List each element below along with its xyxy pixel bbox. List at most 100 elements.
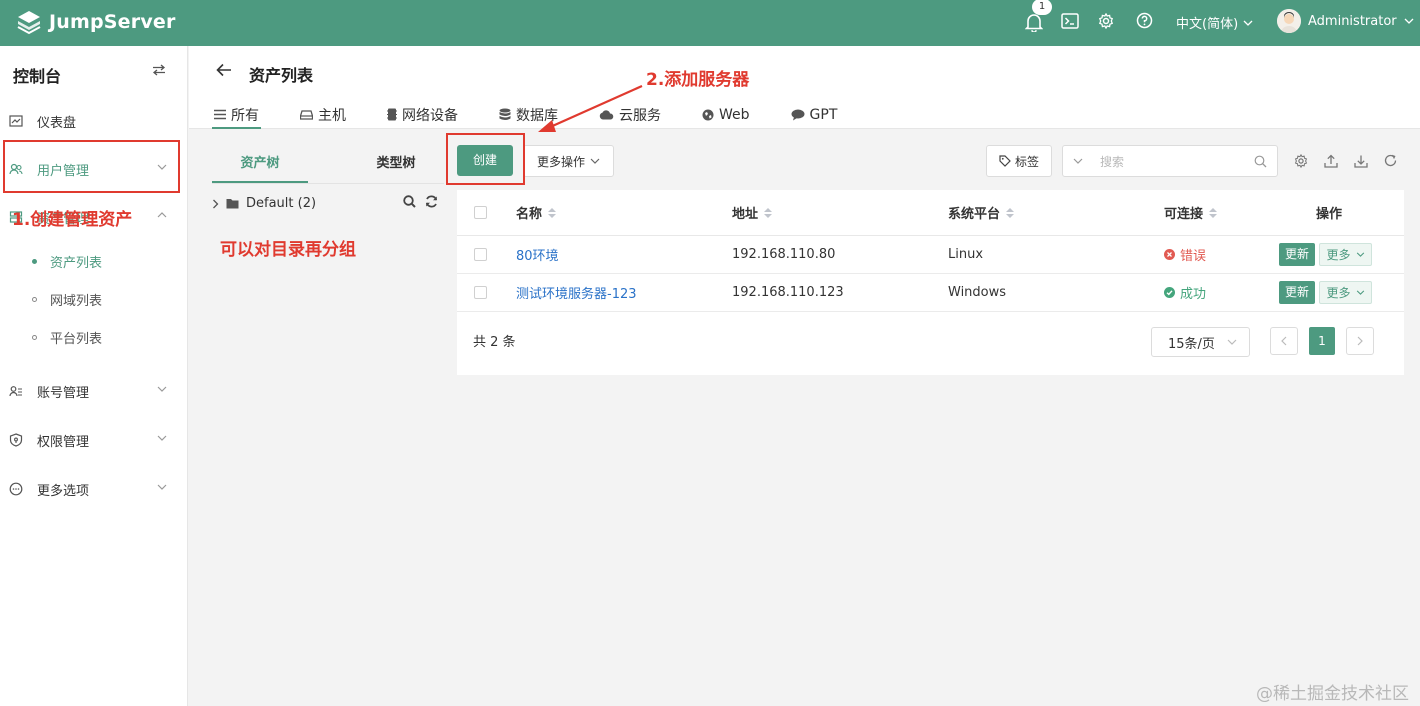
app-name: JumpServer bbox=[49, 11, 176, 33]
select-all-checkbox[interactable] bbox=[474, 206, 487, 219]
user-menu[interactable]: Administrator bbox=[1277, 9, 1414, 33]
tag-icon bbox=[999, 155, 1011, 167]
bullet-icon bbox=[32, 334, 37, 340]
chevron-down-icon bbox=[1227, 339, 1237, 345]
tab-label: Web bbox=[719, 106, 750, 123]
asset-platform: Windows bbox=[948, 285, 1007, 300]
column-header-actions: 操作 bbox=[1316, 190, 1342, 235]
status-label: 错误 bbox=[1180, 249, 1207, 264]
upload-icon[interactable] bbox=[1324, 154, 1338, 168]
tab-web[interactable]: Web bbox=[700, 100, 752, 129]
row-checkbox[interactable] bbox=[474, 248, 487, 261]
back-arrow-icon[interactable] bbox=[216, 63, 232, 77]
annotation-note: 可以对目录再分组 bbox=[220, 240, 356, 260]
sidebar-item-label: 更多选项 bbox=[37, 483, 90, 499]
bell-icon[interactable] bbox=[1025, 12, 1043, 32]
tab-label: 网络设备 bbox=[402, 107, 458, 124]
asset-address: 192.168.110.80 bbox=[732, 247, 836, 262]
download-icon[interactable] bbox=[1354, 154, 1368, 168]
annotation-arrow bbox=[538, 84, 643, 132]
update-button[interactable]: 更新 bbox=[1279, 281, 1315, 304]
sidebar-subitem-asset-list[interactable]: 资产列表 bbox=[0, 245, 187, 277]
sidebar-item-account-management[interactable]: 账号管理 bbox=[0, 372, 187, 410]
switch-view-icon[interactable] bbox=[152, 64, 166, 76]
current-page-button[interactable]: 1 bbox=[1309, 327, 1335, 355]
bullet-icon bbox=[32, 296, 37, 302]
sidebar-item-label: 权限管理 bbox=[37, 434, 90, 450]
table-settings-icon[interactable] bbox=[1294, 154, 1308, 168]
refresh-icon[interactable] bbox=[425, 195, 438, 208]
table-header: 名称 地址 系统平台 可连接 操作 bbox=[457, 190, 1404, 236]
column-header-name[interactable]: 名称 bbox=[516, 190, 557, 235]
prev-page-button[interactable] bbox=[1270, 327, 1298, 355]
more-actions-button[interactable]: 更多操作 bbox=[523, 145, 614, 177]
chevron-down-icon bbox=[1243, 20, 1253, 26]
total-count: 共 2 条 bbox=[473, 335, 516, 350]
chevron-down-icon bbox=[157, 484, 167, 490]
database-icon bbox=[499, 108, 511, 121]
tab-gpt[interactable]: GPT bbox=[789, 100, 840, 129]
tree-node-default[interactable]: Default (2) bbox=[212, 195, 444, 211]
sort-icon[interactable] bbox=[548, 207, 557, 218]
tab-type-tree[interactable]: 类型树 bbox=[348, 144, 444, 183]
page-size-label: 15条/页 bbox=[1168, 336, 1215, 352]
sort-icon[interactable] bbox=[1209, 207, 1218, 218]
sidebar-subitem-zone-list[interactable]: 网域列表 bbox=[0, 283, 187, 315]
sort-icon[interactable] bbox=[764, 207, 773, 218]
sidebar-item-more-options[interactable]: 更多选项 bbox=[0, 470, 187, 508]
chevron-down-icon bbox=[590, 158, 600, 164]
help-icon[interactable] bbox=[1136, 12, 1153, 29]
more-circle-icon bbox=[9, 482, 23, 496]
sidebar-item-dashboard[interactable]: 仪表盘 bbox=[0, 102, 187, 140]
terminal-icon[interactable] bbox=[1061, 13, 1079, 29]
folder-icon bbox=[226, 198, 239, 209]
column-label: 名称 bbox=[516, 207, 543, 222]
sidebar-item-permission-management[interactable]: 权限管理 bbox=[0, 421, 187, 459]
tab-network-device[interactable]: 网络设备 bbox=[385, 100, 460, 129]
tab-label: 主机 bbox=[318, 107, 346, 124]
column-label: 操作 bbox=[1316, 207, 1343, 222]
top-navbar: JumpServer 1 中文(简体) Administrator bbox=[0, 0, 1420, 46]
chevron-down-icon[interactable] bbox=[1073, 158, 1083, 164]
settings-gear-icon[interactable] bbox=[1098, 13, 1114, 29]
asset-platform: Linux bbox=[948, 247, 984, 262]
row-more-button[interactable]: 更多 bbox=[1319, 281, 1372, 304]
chevron-right-icon[interactable] bbox=[212, 199, 219, 209]
asset-name-link[interactable]: 测试环境服务器-123 bbox=[516, 283, 637, 302]
tab-host[interactable]: 主机 bbox=[298, 100, 348, 129]
tab-label: GPT bbox=[809, 106, 838, 123]
refresh-icon[interactable] bbox=[1384, 154, 1397, 167]
language-selector[interactable]: 中文(简体) bbox=[1176, 13, 1253, 32]
status-badge: 错误 bbox=[1164, 245, 1206, 264]
sidebar-item-label: 仪表盘 bbox=[37, 115, 77, 131]
page-title: 资产列表 bbox=[249, 66, 314, 85]
sort-icon[interactable] bbox=[1006, 207, 1015, 218]
column-header-address[interactable]: 地址 bbox=[732, 190, 773, 235]
tab-asset-tree[interactable]: 资产树 bbox=[212, 144, 308, 183]
next-page-button[interactable] bbox=[1346, 327, 1374, 355]
globe-icon bbox=[702, 109, 714, 121]
chevron-down-icon bbox=[157, 435, 167, 441]
tree-node-label: Default (2) bbox=[246, 196, 317, 211]
search-icon[interactable] bbox=[403, 195, 416, 208]
update-button[interactable]: 更新 bbox=[1279, 243, 1315, 266]
shield-icon bbox=[9, 433, 23, 447]
sidebar-subitem-platform-list[interactable]: 平台列表 bbox=[0, 321, 187, 353]
column-label: 地址 bbox=[732, 207, 759, 222]
asset-table: 名称 地址 系统平台 可连接 操作 80环境 192.168.110.80 Li… bbox=[457, 190, 1404, 375]
annotation-step2: 2.添加服务器 bbox=[646, 70, 750, 90]
tag-filter-button[interactable]: 标签 bbox=[986, 145, 1052, 177]
jumpserver-logo[interactable]: JumpServer bbox=[16, 9, 176, 35]
sidebar-subitem-label: 平台列表 bbox=[50, 331, 103, 347]
tab-all[interactable]: 所有 bbox=[212, 100, 261, 129]
asset-name-link[interactable]: 80环境 bbox=[516, 245, 559, 264]
column-header-connectivity[interactable]: 可连接 bbox=[1164, 190, 1218, 235]
search-input[interactable] bbox=[1100, 152, 1250, 172]
row-checkbox[interactable] bbox=[474, 286, 487, 299]
page-size-select[interactable]: 15条/页 bbox=[1151, 327, 1250, 357]
chevron-down-icon bbox=[1404, 18, 1414, 24]
row-more-button[interactable]: 更多 bbox=[1319, 243, 1372, 266]
search-icon[interactable] bbox=[1254, 155, 1267, 168]
account-icon bbox=[9, 384, 23, 398]
column-header-platform[interactable]: 系统平台 bbox=[948, 190, 1015, 235]
